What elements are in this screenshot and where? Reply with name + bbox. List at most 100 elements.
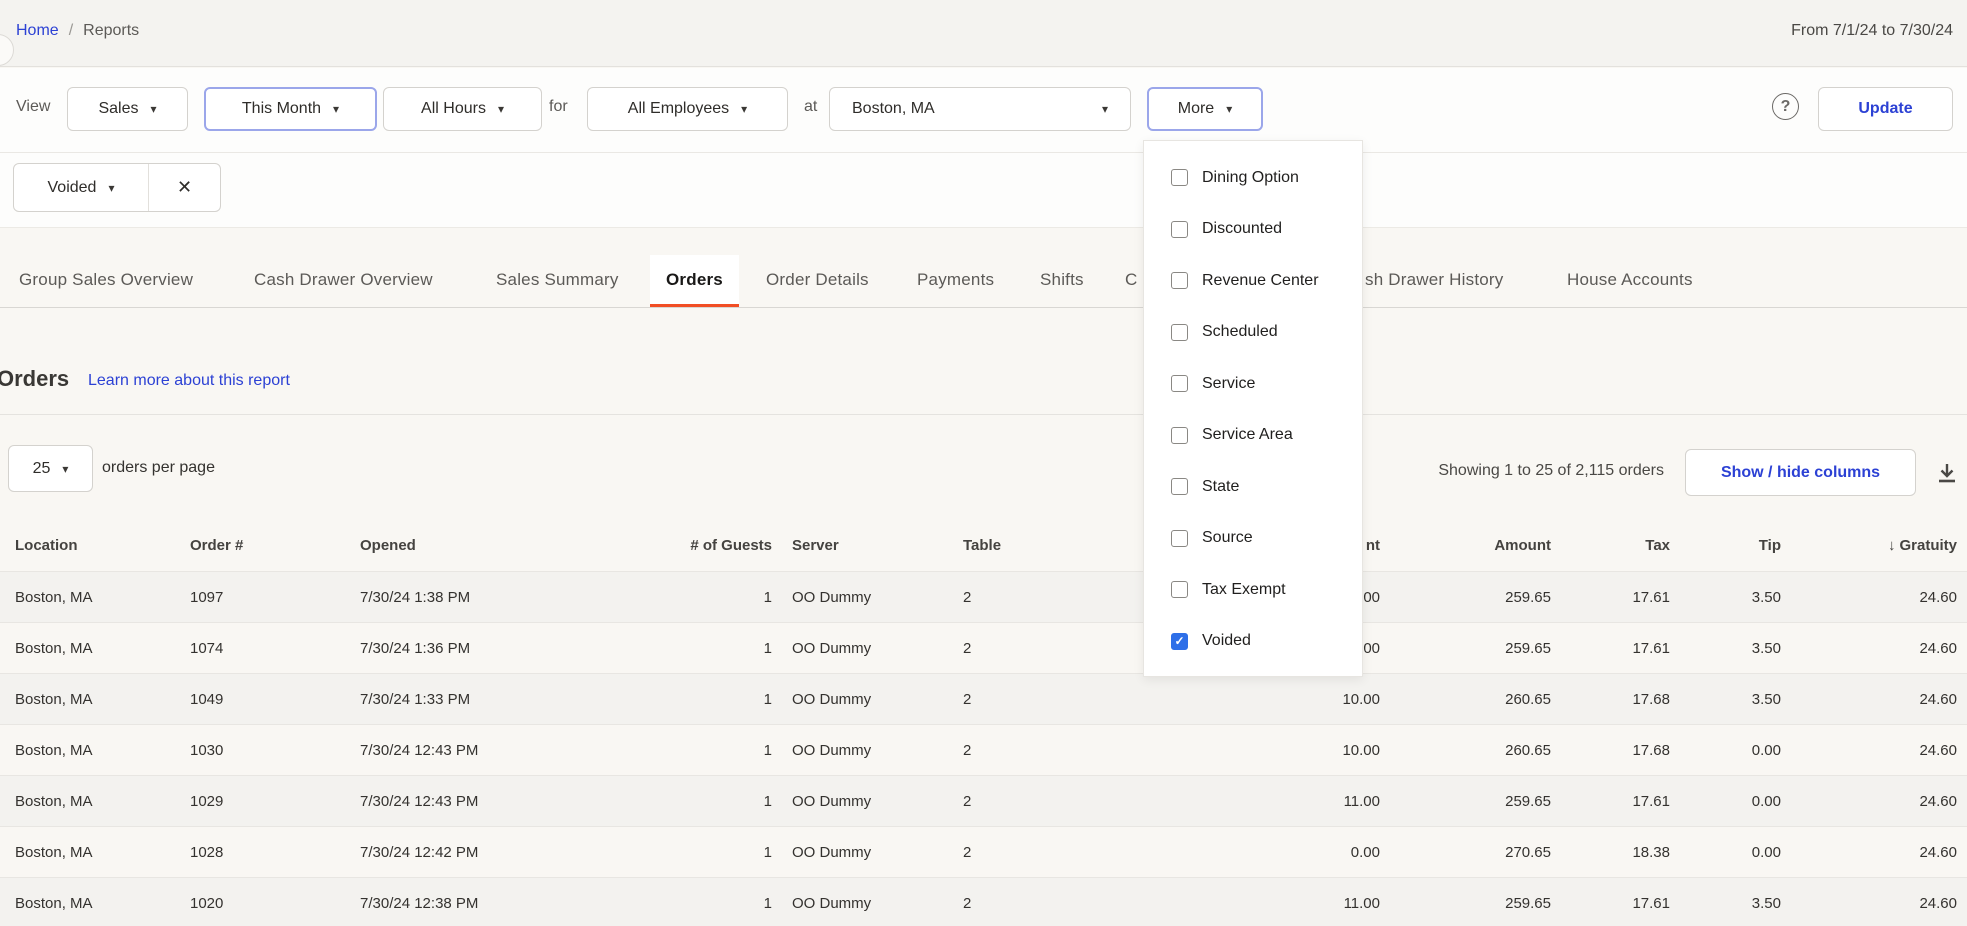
period-dropdown[interactable]: This Month ▾ bbox=[204, 87, 377, 131]
remove-filter-button[interactable]: ✕ bbox=[148, 164, 220, 211]
filter-bar: View Sales ▾ This Month ▾ All Hours ▾ fo… bbox=[0, 68, 1967, 228]
menu-item-dining-option[interactable]: Dining Option bbox=[1144, 152, 1362, 204]
table-row[interactable]: Boston, MA10747/30/24 1:36 PM1OO Dummy20… bbox=[0, 622, 1967, 673]
column-header-server[interactable]: Server bbox=[772, 537, 955, 554]
checkbox-icon[interactable] bbox=[1171, 169, 1188, 186]
table-row[interactable]: Boston, MA10307/30/24 12:43 PM1OO Dummy2… bbox=[0, 724, 1967, 775]
cell-discount: 10.00 bbox=[1165, 742, 1380, 759]
cell-tip: 0.00 bbox=[1670, 844, 1781, 861]
download-icon[interactable] bbox=[1935, 461, 1959, 485]
cell-gratuity: 24.60 bbox=[1781, 844, 1957, 861]
cell-opened: 7/30/24 12:38 PM bbox=[345, 895, 610, 912]
cell-order: 1097 bbox=[175, 589, 345, 606]
tab-group-sales-overview[interactable]: Group Sales Overview bbox=[19, 270, 193, 307]
employees-dropdown[interactable]: All Employees ▾ bbox=[587, 87, 788, 131]
clipped-edge-widget bbox=[0, 34, 14, 66]
cell-order: 1049 bbox=[175, 691, 345, 708]
column-header-opened[interactable]: Opened bbox=[345, 537, 610, 554]
cell-order: 1029 bbox=[175, 793, 345, 810]
voided-filter-chip: Voided ▾ ✕ bbox=[13, 163, 221, 212]
cell-tax: 17.61 bbox=[1551, 640, 1670, 657]
sort-desc-icon: ↓ bbox=[1888, 537, 1896, 554]
menu-item-label: Service Area bbox=[1202, 426, 1293, 444]
tab-house-accounts[interactable]: House Accounts bbox=[1567, 270, 1693, 307]
menu-item-label: Scheduled bbox=[1202, 323, 1278, 341]
heading-divider bbox=[0, 414, 1967, 415]
checkbox-icon[interactable] bbox=[1171, 375, 1188, 392]
tab-payments[interactable]: Payments bbox=[917, 270, 994, 307]
column-header-location[interactable]: Location bbox=[0, 537, 175, 554]
column-header-amount[interactable]: Amount bbox=[1380, 537, 1551, 554]
tab-cash-drawer-overview[interactable]: Cash Drawer Overview bbox=[254, 270, 433, 307]
menu-item-label: State bbox=[1202, 478, 1239, 496]
tab-c[interactable]: C bbox=[1125, 270, 1137, 307]
column-header-label: Server bbox=[792, 537, 839, 554]
column-header-tip[interactable]: Tip bbox=[1670, 537, 1781, 554]
tab-sh-drawer-history[interactable]: sh Drawer History bbox=[1365, 270, 1503, 307]
date-range-text: From 7/1/24 to 7/30/24 bbox=[1791, 22, 1953, 40]
menu-item-voided[interactable]: ✓Voided bbox=[1144, 616, 1362, 668]
show-hide-columns-button[interactable]: Show / hide columns bbox=[1685, 449, 1916, 496]
table-row[interactable]: Boston, MA10287/30/24 12:42 PM1OO Dummy2… bbox=[0, 826, 1967, 877]
cell-tax: 18.38 bbox=[1551, 844, 1670, 861]
table-row[interactable]: Boston, MA10497/30/24 1:33 PM1OO Dummy21… bbox=[0, 673, 1967, 724]
table-row[interactable]: Boston, MA10977/30/24 1:38 PM1OO Dummy20… bbox=[0, 571, 1967, 622]
checked-checkbox-icon[interactable]: ✓ bbox=[1171, 633, 1188, 650]
checkbox-icon[interactable] bbox=[1171, 221, 1188, 238]
tab-order-details[interactable]: Order Details bbox=[766, 270, 869, 307]
cell-tax: 17.61 bbox=[1551, 589, 1670, 606]
checkbox-icon[interactable] bbox=[1171, 324, 1188, 341]
breadcrumb-home-link[interactable]: Home bbox=[16, 22, 59, 40]
menu-item-discounted[interactable]: Discounted bbox=[1144, 204, 1362, 256]
page-size-dropdown[interactable]: 25 ▾ bbox=[8, 445, 93, 492]
help-icon[interactable]: ? bbox=[1772, 93, 1799, 120]
menu-item-tax-exempt[interactable]: Tax Exempt bbox=[1144, 564, 1362, 616]
cell-location: Boston, MA bbox=[0, 895, 175, 912]
cell-server: OO Dummy bbox=[772, 793, 955, 810]
checkbox-icon[interactable] bbox=[1171, 581, 1188, 598]
column-header-gratuity[interactable]: ↓Gratuity bbox=[1781, 537, 1957, 554]
sales-dropdown[interactable]: Sales ▾ bbox=[67, 87, 188, 131]
hours-dropdown[interactable]: All Hours ▾ bbox=[383, 87, 542, 131]
voided-chip-dropdown[interactable]: Voided ▾ bbox=[14, 164, 148, 211]
more-dropdown-button[interactable]: More ▾ bbox=[1147, 87, 1263, 131]
table-row[interactable]: Boston, MA10297/30/24 12:43 PM1OO Dummy2… bbox=[0, 775, 1967, 826]
cell-table: 2 bbox=[955, 895, 1165, 912]
menu-item-service[interactable]: Service bbox=[1144, 358, 1362, 410]
page-title: Orders bbox=[0, 366, 69, 392]
cell-guests: 1 bbox=[610, 793, 772, 810]
column-header-of-guests[interactable]: # of Guests bbox=[610, 537, 772, 554]
checkbox-icon[interactable] bbox=[1171, 530, 1188, 547]
view-label: View bbox=[16, 98, 50, 116]
cell-discount: 10.00 bbox=[1165, 691, 1380, 708]
checkbox-icon[interactable] bbox=[1171, 272, 1188, 289]
checkbox-icon[interactable] bbox=[1171, 478, 1188, 495]
cell-tax: 17.61 bbox=[1551, 895, 1670, 912]
column-header-table[interactable]: Table bbox=[955, 537, 1165, 554]
cell-server: OO Dummy bbox=[772, 742, 955, 759]
menu-item-scheduled[interactable]: Scheduled bbox=[1144, 307, 1362, 359]
menu-item-revenue-center[interactable]: Revenue Center bbox=[1144, 255, 1362, 307]
page-size-value: 25 bbox=[33, 460, 51, 478]
update-button[interactable]: Update bbox=[1818, 87, 1953, 131]
tab-sales-summary[interactable]: Sales Summary bbox=[496, 270, 619, 307]
tab-shifts[interactable]: Shifts bbox=[1040, 270, 1084, 307]
cell-tip: 3.50 bbox=[1670, 895, 1781, 912]
cell-order: 1020 bbox=[175, 895, 345, 912]
breadcrumb-bar: Home / Reports From 7/1/24 to 7/30/24 bbox=[0, 0, 1967, 67]
tab-orders[interactable]: Orders bbox=[650, 255, 739, 307]
cell-opened: 7/30/24 1:38 PM bbox=[345, 589, 610, 606]
checkbox-icon[interactable] bbox=[1171, 427, 1188, 444]
location-dropdown[interactable]: Boston, MA ▾ bbox=[829, 87, 1131, 131]
chevron-down-icon: ▾ bbox=[108, 182, 114, 194]
menu-item-source[interactable]: Source bbox=[1144, 513, 1362, 565]
table-row[interactable]: Boston, MA10207/30/24 12:38 PM1OO Dummy2… bbox=[0, 877, 1967, 926]
menu-item-state[interactable]: State bbox=[1144, 461, 1362, 513]
learn-more-link[interactable]: Learn more about this report bbox=[88, 372, 290, 390]
cell-discount: 11.00 bbox=[1165, 793, 1380, 810]
menu-item-service-area[interactable]: Service Area bbox=[1144, 410, 1362, 462]
cell-table: 2 bbox=[955, 589, 1165, 606]
column-header-order[interactable]: Order # bbox=[175, 537, 345, 554]
column-header-label: Opened bbox=[360, 537, 416, 554]
column-header-tax[interactable]: Tax bbox=[1551, 537, 1670, 554]
